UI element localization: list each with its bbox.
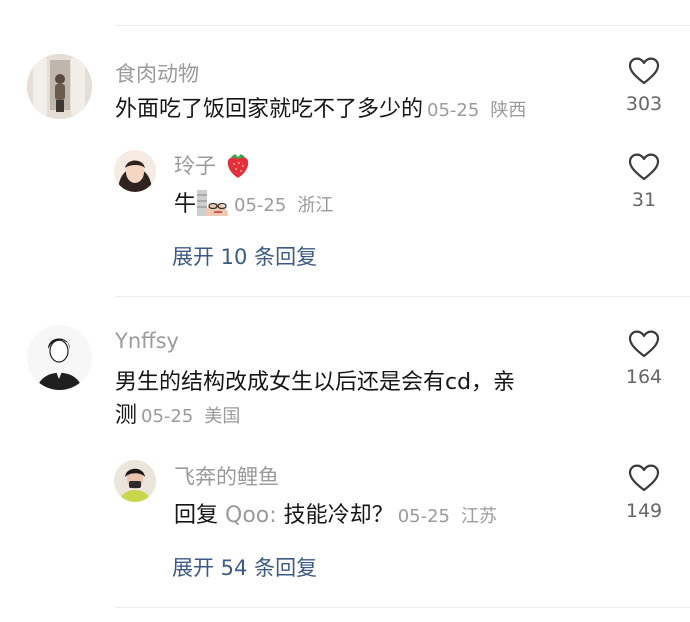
comment-text: 外面吃了饭回家就吃不了多少的: [115, 97, 424, 122]
reply-text-block: 牛 05-25 浙江: [174, 188, 594, 222]
reply-location: 江苏: [461, 506, 497, 527]
comment-username[interactable]: Ynffsy: [115, 329, 179, 353]
doge-emoji-icon: [197, 189, 229, 216]
heart-icon: [628, 153, 660, 181]
comment-text-block: 外面吃了饭回家就吃不了多少的 05-25 陕西: [115, 93, 615, 127]
reply-date: 05-25: [234, 195, 287, 216]
comment-location: 陕西: [490, 100, 527, 121]
like-button[interactable]: 164: [609, 330, 679, 388]
reply-date: 05-25: [397, 506, 450, 527]
strawberry-icon: [227, 154, 248, 178]
comment-location: 美国: [204, 406, 241, 427]
avatar[interactable]: [27, 54, 92, 119]
like-count: 149: [625, 500, 663, 522]
like-button[interactable]: 303: [609, 57, 679, 115]
comment-text-continued: 测: [115, 403, 138, 428]
divider: [115, 25, 690, 26]
like-count: 303: [625, 93, 663, 115]
like-count: 31: [631, 189, 657, 211]
reply-mention[interactable]: Qoo:: [225, 503, 277, 528]
reply-avatar[interactable]: [114, 460, 156, 502]
comment-date: 05-25: [427, 100, 480, 121]
reply-avatar[interactable]: [114, 150, 156, 192]
divider: [115, 607, 690, 608]
avatar[interactable]: [27, 325, 92, 390]
comment-date: 05-25: [141, 406, 194, 427]
reply-text: 技能冷却？: [283, 503, 394, 528]
reply-prefix: 回复: [174, 503, 219, 528]
expand-replies-link[interactable]: 展开 54 条回复: [172, 552, 317, 582]
like-count: 164: [625, 366, 663, 388]
reply-text-block: 回复 Qoo: 技能冷却？ 05-25 江苏: [174, 499, 594, 533]
comment-text-block: 男生的结构改成女生以后还是会有cd，亲 测 05-25 美国: [115, 366, 595, 433]
heart-icon: [628, 464, 660, 492]
reply-username[interactable]: 玲子: [174, 154, 216, 178]
reply-text: 牛: [174, 192, 197, 217]
reply-username[interactable]: 飞奔的鲤鱼: [174, 461, 279, 491]
reply-username-row: 玲子: [174, 150, 251, 180]
heart-icon: [628, 57, 660, 85]
divider: [115, 296, 690, 297]
heart-icon: [628, 330, 660, 358]
comment-text: 男生的结构改成女生以后还是会有cd，亲: [115, 370, 516, 395]
comment-username[interactable]: 食肉动物: [115, 58, 199, 88]
reply-like-button[interactable]: 31: [609, 153, 679, 211]
reply-like-button[interactable]: 149: [609, 464, 679, 522]
reply-location: 浙江: [297, 195, 334, 216]
expand-replies-link[interactable]: 展开 10 条回复: [172, 241, 317, 271]
